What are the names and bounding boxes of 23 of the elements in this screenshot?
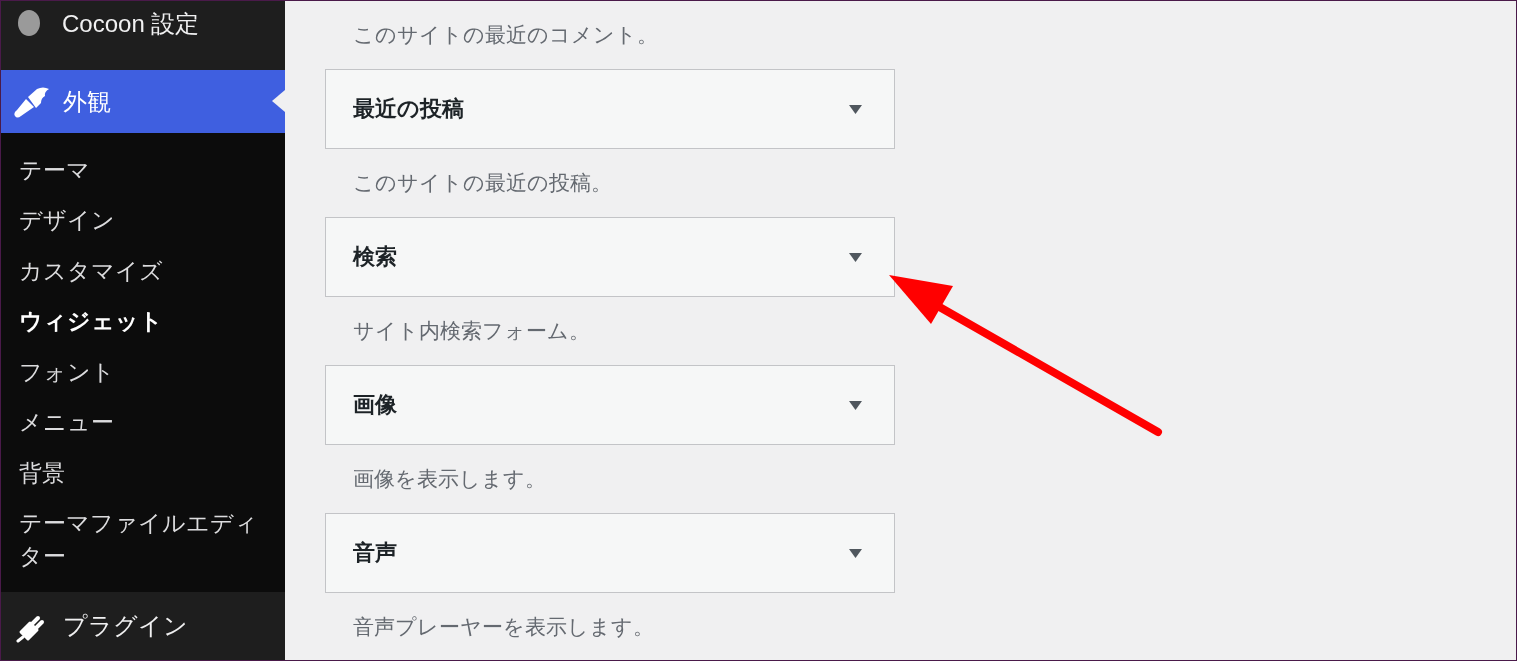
widget-header[interactable]: 音声 [325,513,895,593]
circle-icon [18,10,40,36]
submenu-item[interactable]: デザイン [1,195,285,246]
submenu-item[interactable]: ウィジェット [1,296,285,347]
widget-description: 画像を表示します。 [352,466,547,492]
widget-header[interactable]: 画像 [325,365,895,445]
submenu-item[interactable]: テーマファイルエディター [1,498,285,582]
submenu-item[interactable]: テーマ [1,145,285,196]
menu-pointer-icon [272,90,285,112]
widget-header[interactable]: 検索 [325,217,895,297]
widget-description: サイト内検索フォーム。 [352,318,591,344]
submenu-item[interactable]: メニュー [1,397,285,448]
menu-item[interactable]: Cocoon 設定 [1,1,285,70]
menu-item[interactable]: 外観 [1,70,285,133]
submenu-item[interactable]: フォント [1,347,285,398]
widget-description: このサイトの最近の投稿。 [352,170,613,196]
submenu-item[interactable]: カスタマイズ [1,246,285,297]
menu-item[interactable]: プラグイン [1,592,285,660]
widget-description: 音声プレーヤーを表示します。 [352,614,655,640]
paintbrush-icon [13,85,49,118]
submenu-item[interactable]: 背景 [1,448,285,499]
widget-description: このサイトの最近のコメント。 [352,22,659,48]
widget-header[interactable]: 最近の投稿 [325,69,895,149]
